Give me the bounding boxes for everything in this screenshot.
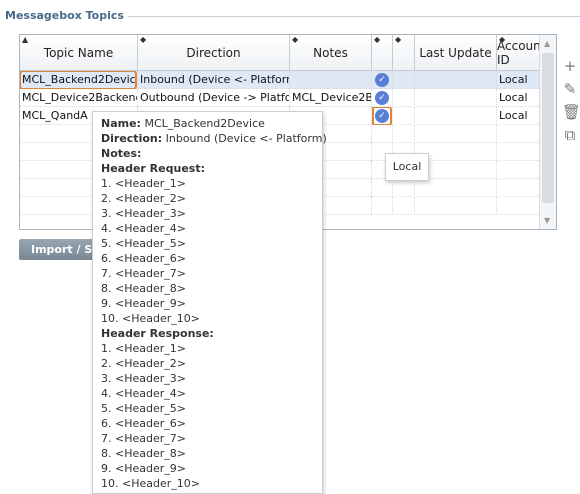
header-request-item: 6. <Header_6> (101, 252, 186, 265)
extra-cell (393, 107, 415, 125)
notes-label: Notes: (101, 147, 142, 160)
sort-icon: ◆ (395, 35, 402, 44)
header-request-item: 8. <Header_8> (101, 282, 186, 295)
column-header-last-update[interactable]: Last Update (415, 35, 497, 71)
column-label: Last Update (419, 46, 492, 60)
column-label: Topic Name (43, 46, 114, 60)
name-label: Name: (101, 117, 141, 130)
header-response-item: 6. <Header_6> (101, 417, 186, 430)
header-response-item: 1. <Header_1> (101, 342, 186, 355)
group-title: Messagebox Topics (5, 9, 128, 22)
sort-icon: ◆ (140, 35, 147, 44)
header-request-item: 3. <Header_3> (101, 207, 186, 220)
header-response-item: 5. <Header_5> (101, 402, 186, 415)
name-value: MCL_Backend2Device (144, 117, 265, 130)
direction-cell: Inbound (Device <- Platform) (138, 71, 290, 89)
topic-name: MCL_Backend2Device (20, 71, 137, 89)
group-divider (104, 16, 580, 17)
header-request-item: 7. <Header_7> (101, 267, 186, 280)
direction-value: Inbound (Device <- Platform) (165, 132, 327, 145)
notes-cell: MCL_Device2B (290, 89, 372, 107)
column-header-notes[interactable]: ◆ Notes (290, 35, 372, 71)
account-cell: Local (499, 91, 528, 104)
active-check-cell[interactable]: ✓ (372, 71, 393, 89)
column-label: Notes (313, 46, 348, 60)
header-response-item: 10. <Header_10> (101, 477, 200, 490)
header-response-item: 3. <Header_3> (101, 372, 186, 385)
header-response-label: Header Response: (101, 327, 214, 340)
column-header-direction[interactable]: ◆ Direction (138, 35, 290, 71)
account-cell: Local (499, 73, 528, 86)
side-toolbar: + ✎ 🗑 ⧉ (562, 58, 580, 150)
sort-icon: ◆ (374, 35, 381, 44)
sort-asc-icon: ▲ (22, 35, 29, 44)
header-request-item: 10. <Header_10> (101, 312, 200, 325)
extra-cell (393, 71, 415, 89)
last-update-cell (415, 71, 497, 89)
table-row[interactable]: MCL_Device2Backend Outbound (Device -> P… (20, 89, 539, 107)
header-request-item: 1. <Header_1> (101, 177, 186, 190)
column-header-extra[interactable]: ◆ (393, 35, 415, 71)
highlighted-check[interactable]: ✓ (372, 107, 392, 125)
delete-icon[interactable]: 🗑 (562, 104, 580, 120)
extra-cell (393, 89, 415, 107)
header-response-item: 2. <Header_2> (101, 357, 186, 370)
add-icon[interactable]: + (562, 58, 578, 74)
header-request-label: Header Request: (101, 162, 205, 175)
header-request-item: 4. <Header_4> (101, 222, 186, 235)
table-header: ▲ Topic Name ◆ Direction ◆ Notes ◆ ◆ Las… (20, 35, 556, 71)
column-header-check[interactable]: ◆ (372, 35, 393, 71)
table-row[interactable]: MCL_Backend2Device Inbound (Device <- Pl… (20, 71, 539, 89)
notes-cell (290, 71, 372, 89)
scroll-down-icon[interactable]: ▼ (544, 216, 550, 225)
active-check-cell[interactable]: ✓ (372, 107, 393, 125)
direction-label: Direction: (101, 132, 163, 145)
header-request-item: 2. <Header_2> (101, 192, 186, 205)
header-response-item: 8. <Header_8> (101, 447, 186, 460)
header-response-item: 7. <Header_7> (101, 432, 186, 445)
vertical-scrollbar[interactable]: ▲ ▼ (539, 35, 556, 229)
topic-name-cell[interactable]: MCL_Backend2Device (20, 71, 138, 89)
scroll-up-icon[interactable]: ▲ (544, 39, 550, 48)
copy-icon[interactable]: ⧉ (562, 127, 578, 143)
header-response-item: 4. <Header_4> (101, 387, 186, 400)
checkmark-icon: ✓ (375, 109, 389, 123)
scroll-thumb[interactable] (542, 53, 554, 203)
sort-icon: ◆ (292, 35, 299, 44)
header-request-item: 5. <Header_5> (101, 237, 186, 250)
checkmark-icon: ✓ (375, 91, 389, 105)
sort-icon: ◆ (499, 35, 506, 44)
edit-icon[interactable]: ✎ (562, 81, 578, 97)
checkmark-icon: ✓ (375, 73, 389, 87)
header-request-item: 9. <Header_9> (101, 297, 186, 310)
account-tooltip: Local (385, 153, 429, 181)
topic-name-cell[interactable]: MCL_Device2Backend (20, 89, 138, 107)
column-header-topic-name[interactable]: ▲ Topic Name (20, 35, 138, 71)
column-label: Direction (186, 46, 241, 60)
topic-details-tooltip: Name: MCL_Backend2Device Direction: Inbo… (92, 111, 327, 494)
account-cell: Local (499, 109, 528, 122)
active-check-cell[interactable]: ✓ (372, 89, 393, 107)
direction-cell: Outbound (Device -> Platform (138, 89, 290, 107)
last-update-cell (415, 89, 497, 107)
last-update-cell (415, 107, 497, 125)
header-response-item: 9. <Header_9> (101, 462, 186, 475)
